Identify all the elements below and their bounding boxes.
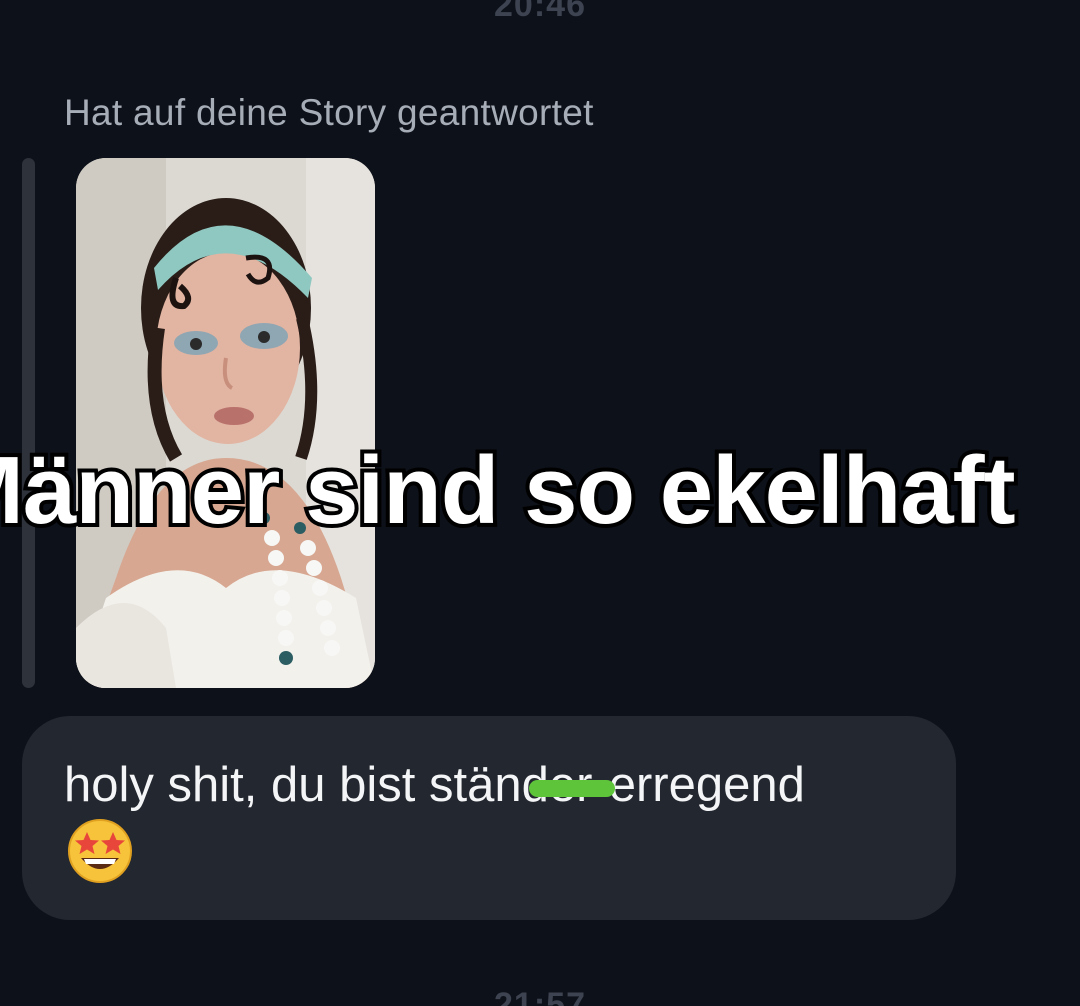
star-struck-emoji [67, 818, 133, 884]
message-text: holy shit, du bist ständer-erregend [64, 758, 805, 812]
message-timestamp-next: 21:57 [494, 986, 586, 1006]
story-overlay-text: Männer sind so ekelhaft [0, 433, 1020, 548]
story-reply-caption: Hat auf deine Story geantwortet [64, 92, 594, 133]
message-bubble[interactable]: holy shit, du bist ständer-erregend [22, 716, 956, 920]
chat-screen: 20:46 Hat auf deine Story geantwortet Mä… [0, 0, 1080, 1006]
story-thumbnail[interactable] [76, 158, 375, 688]
message-timestamp: 20:46 [494, 0, 586, 24]
story-photo [76, 158, 375, 688]
quote-bar [22, 158, 35, 688]
censor-mark [529, 780, 615, 797]
